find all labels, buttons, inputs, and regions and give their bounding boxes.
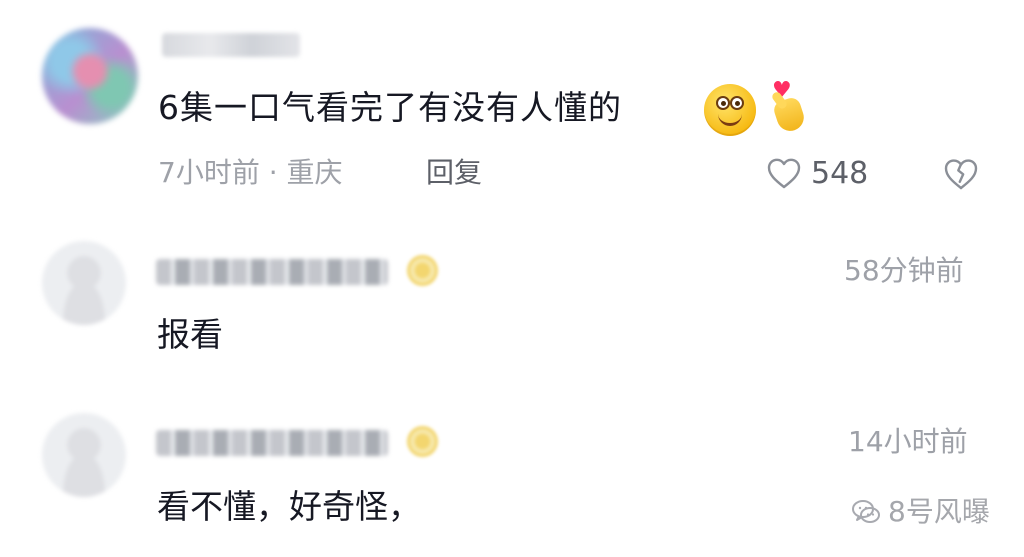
username-blurred[interactable]: [156, 430, 388, 456]
comment-meta: 7小时前 · 重庆: [158, 156, 343, 189]
watermark-text: 8号风曝: [888, 495, 990, 528]
reply-time: 58分钟前: [844, 254, 964, 287]
badge-icon: [407, 426, 438, 457]
smiling-face-icon: [704, 84, 756, 136]
reply-text: 看不懂，好奇怪，: [157, 487, 421, 526]
watermark: 8号风曝: [850, 493, 990, 531]
finger-heart-icon: [771, 95, 808, 135]
broken-heart-icon[interactable]: [941, 154, 981, 194]
like-count: 548: [811, 156, 869, 191]
avatar[interactable]: [42, 241, 126, 325]
reply-button[interactable]: 回复: [426, 154, 482, 192]
avatar[interactable]: [42, 28, 138, 124]
heart-outline-icon: [767, 158, 801, 189]
comment-text: 6集一口气看完了有没有人懂的: [158, 88, 622, 127]
username-blurred[interactable]: [156, 259, 388, 285]
username-blurred[interactable]: [162, 33, 300, 57]
avatar[interactable]: [42, 413, 126, 497]
reply-text: 报看: [157, 315, 223, 354]
badge-icon: [407, 255, 438, 286]
wechat-icon: [852, 500, 880, 523]
reply-time: 14小时前: [848, 425, 968, 458]
like-button[interactable]: 548: [765, 154, 868, 194]
